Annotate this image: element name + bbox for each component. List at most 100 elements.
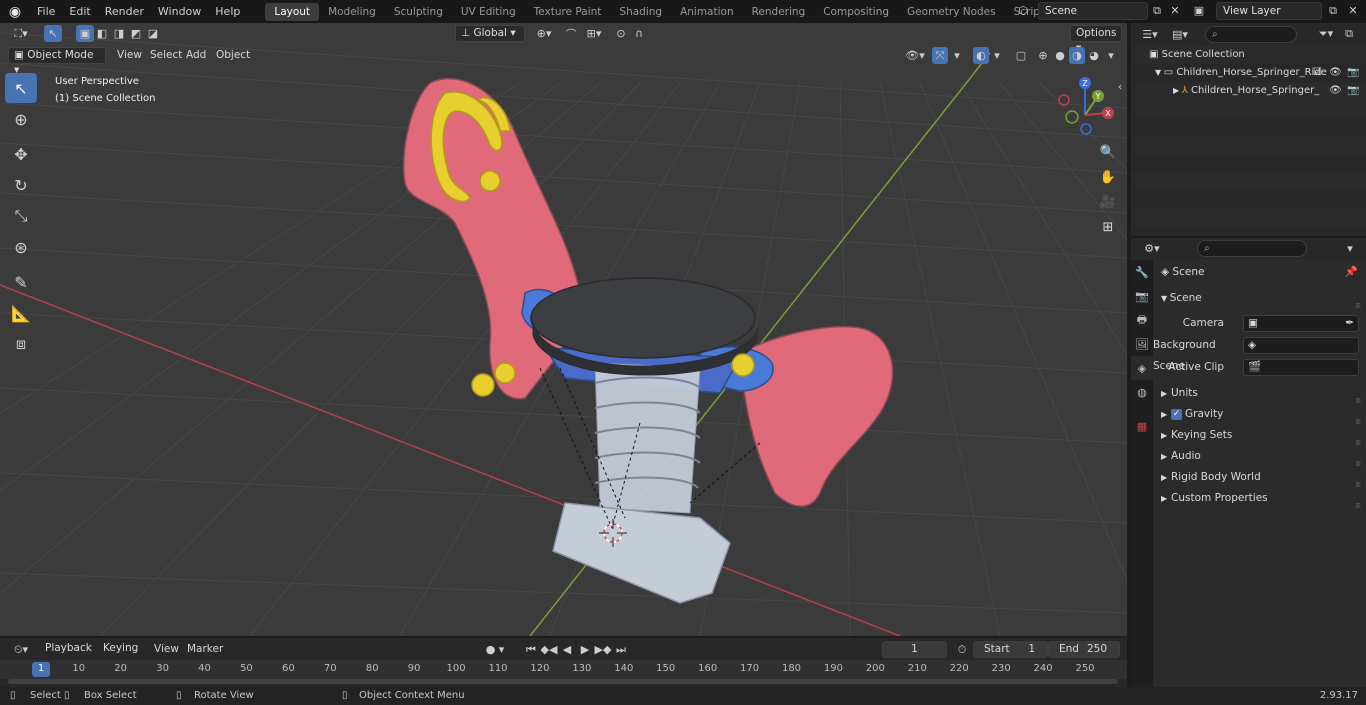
next-keyframe-icon[interactable]: ▶◆ (594, 641, 612, 658)
select-box-tool-icon[interactable]: ↖ (5, 73, 37, 103)
scene-tab-icon[interactable]: ◈ (1131, 356, 1153, 380)
expand-arrow-icon[interactable]: ▼ (1155, 68, 1164, 77)
background-scene-field[interactable]: ◈ (1243, 337, 1359, 354)
outliner-type-icon[interactable]: ☰▾ (1137, 26, 1163, 43)
eye-icon[interactable]: 👁 (1329, 64, 1342, 82)
tab-modeling[interactable]: Modeling (319, 3, 385, 21)
eye-icon[interactable]: 👁 (1329, 82, 1342, 100)
tab-layout[interactable]: Layout (265, 2, 320, 21)
overlay-dropdown-icon[interactable]: ▾ (990, 47, 1004, 64)
scene-panel-header[interactable]: ▼ Scene ⁞⁞⁞⁞ (1153, 288, 1366, 310)
rigid-body-world-panel-header[interactable]: ▶ Rigid Body World ⁞⁞⁞⁞ (1153, 467, 1366, 489)
menu-edit[interactable]: Edit (62, 0, 97, 23)
exclude-checkbox-icon[interactable]: ☑ (1313, 64, 1322, 82)
output-tab-icon[interactable]: 🖶 (1131, 308, 1153, 332)
snap-icon[interactable]: ⌒ (562, 25, 580, 42)
3d-viewport[interactable]: ⛶▾ ↖ ▣ ◧ ◨ ◩ ◪ ⊥ Global ▾ ⊕▾ ⌒ ⊞▾ ⊙ ∩ Op… (0, 23, 1127, 636)
filter-icon[interactable]: ⏷▾ (1313, 26, 1339, 43)
visibility-icon[interactable]: 👁▾ (902, 47, 928, 64)
view-layer-field[interactable]: View Layer (1216, 2, 1322, 20)
units-panel-header[interactable]: ▶ Units ⁞⁞⁞⁞ (1153, 383, 1366, 405)
camera-view-icon[interactable]: 🎥 (1097, 191, 1119, 213)
properties-type-icon[interactable]: ⚙▾ (1139, 240, 1165, 257)
options-dropdown[interactable]: Options ▾ (1070, 25, 1122, 54)
panel-grip-icon[interactable]: ⁞⁞⁞⁞ (1355, 496, 1361, 517)
overlay-toggle-icon[interactable]: ◐ (973, 47, 989, 64)
tab-animation[interactable]: Animation (671, 3, 743, 21)
editor-type-icon[interactable]: ⛶▾ (8, 25, 34, 42)
play-reverse-icon[interactable]: ◀ (558, 641, 576, 658)
new-collection-icon[interactable]: ⧉ (1341, 26, 1357, 43)
menu-render[interactable]: Render (98, 0, 151, 23)
playback-menu[interactable]: Playback ▾ (40, 641, 96, 669)
outliner-search-input[interactable]: ⌕ (1205, 25, 1297, 43)
annotate-tool-icon[interactable]: ✎ (5, 267, 37, 297)
gizmo-dropdown-icon[interactable]: ▾ (950, 47, 964, 64)
cursor-tool-icon[interactable]: ⊕ (5, 104, 37, 134)
solid-shading-icon[interactable]: ● (1052, 47, 1068, 64)
render-camera-icon[interactable]: 📷 (1347, 64, 1359, 82)
zoom-icon[interactable]: 🔍 (1097, 141, 1119, 163)
menu-select[interactable]: Select (150, 47, 182, 64)
view-layer-tab-icon[interactable]: 🖼 (1131, 332, 1153, 356)
active-clip-field[interactable]: 🎬 (1243, 359, 1359, 376)
add-cube-tool-icon[interactable]: ⧈ (5, 329, 37, 359)
audio-panel-header[interactable]: ▶ Audio ⁞⁞⁞⁞ (1153, 446, 1366, 468)
rotate-tool-icon[interactable]: ↻ (5, 170, 37, 200)
camera-field[interactable]: ▣ ✒ (1243, 315, 1359, 332)
menu-view[interactable]: View (117, 47, 142, 64)
gravity-panel-header[interactable]: ▶ ✓ Gravity ⁞⁞⁞⁞ (1153, 404, 1366, 426)
jump-start-icon[interactable]: ⏮ (522, 641, 540, 658)
rendered-shading-icon[interactable]: ◕ (1086, 47, 1102, 64)
properties-search-input[interactable]: ⌕ (1197, 240, 1307, 257)
move-tool-icon[interactable]: ✥ (5, 139, 37, 169)
navigation-gizmo[interactable]: Z Y X (1052, 75, 1122, 137)
timeline-view-menu[interactable]: View (154, 641, 179, 658)
tool-tab-icon[interactable]: 🔧 (1131, 260, 1153, 284)
keying-sets-panel-header[interactable]: ▶ Keying Sets ⁞⁞⁞⁞ (1153, 425, 1366, 447)
new-view-layer-icon[interactable]: ⧉ (1324, 2, 1342, 19)
tab-rendering[interactable]: Rendering (743, 3, 815, 21)
tab-texture-paint[interactable]: Texture Paint (525, 3, 611, 21)
tab-geometry-nodes[interactable]: Geometry Nodes (898, 3, 1005, 21)
snap-target-icon[interactable]: ⊞▾ (582, 25, 606, 42)
gravity-checkbox[interactable]: ✓ (1171, 408, 1182, 420)
outliner-row-scene-collection[interactable]: ▣ Scene Collection (1131, 46, 1366, 64)
shading-dropdown-icon[interactable]: ▾ (1104, 47, 1118, 64)
start-frame-field[interactable]: Start 1 (973, 641, 1048, 658)
scale-tool-icon[interactable]: ⤡ (5, 201, 37, 231)
falloff-icon[interactable]: ∩ (630, 25, 648, 42)
ortho-grid-icon[interactable]: ⊞ (1097, 216, 1119, 238)
preview-range-icon[interactable]: ⏱ (953, 641, 971, 658)
custom-properties-panel-header[interactable]: ▶ Custom Properties ⁞⁞⁞⁞ (1153, 488, 1366, 510)
select-mode-icon[interactable]: ↖ (44, 25, 62, 42)
proportional-edit-icon[interactable]: ⊙ (612, 25, 630, 42)
pin-icon[interactable]: 📌 (1345, 262, 1358, 283)
menu-window[interactable]: Window (151, 0, 208, 23)
properties-options-icon[interactable]: ▾ (1341, 240, 1359, 257)
select-intersect-icon[interactable]: ◪ (144, 25, 162, 42)
new-scene-icon[interactable]: ⧉ (1148, 2, 1166, 19)
pan-hand-icon[interactable]: ✋ (1097, 166, 1119, 188)
eyedropper-icon[interactable]: ✒ (1345, 313, 1354, 334)
display-mode-icon[interactable]: ▤▾ (1167, 26, 1193, 43)
render-camera-icon[interactable]: 📷 (1347, 82, 1359, 100)
marker-menu[interactable]: Marker (187, 641, 223, 658)
material-shading-icon[interactable]: ◑ (1069, 47, 1085, 64)
tab-uv-editing[interactable]: UV Editing (452, 3, 525, 21)
menu-add[interactable]: Add (186, 47, 206, 64)
gizmo-toggle-icon[interactable]: ⤧ (932, 47, 948, 64)
select-new-icon[interactable]: ▣ (76, 25, 94, 42)
blender-logo-icon[interactable]: ◉ (0, 0, 30, 23)
sidebar-toggle-icon[interactable]: ‹ (1114, 78, 1126, 95)
texture-tab-icon[interactable]: ▦ (1131, 414, 1153, 438)
view-layer-selector-icon[interactable]: ▣ (1190, 2, 1208, 19)
select-invert-icon[interactable]: ◩ (127, 25, 145, 42)
timeline-type-icon[interactable]: ⏲▾ (8, 641, 34, 658)
timeline-ruler[interactable]: 1 10 20 30 40 50 60 70 80 90 100 110 120 130 140 150 160… (0, 660, 1127, 679)
jump-end-icon[interactable]: ⏭ (612, 641, 630, 658)
menu-help[interactable]: Help (208, 0, 247, 23)
measure-tool-icon[interactable]: 📐 (5, 298, 37, 328)
play-icon[interactable]: ▶ (576, 641, 594, 658)
transform-orientation-dropdown[interactable]: ⊥ Global ▾ (455, 25, 525, 42)
